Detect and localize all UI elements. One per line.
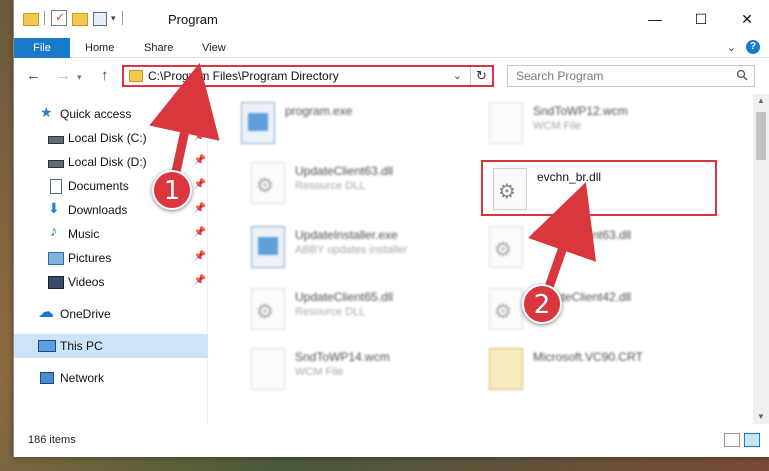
customize-icon[interactable] (91, 10, 107, 26)
tab-share[interactable]: Share (144, 38, 173, 58)
ribbon-tabs: File Home Share View ⌄ ? (14, 38, 769, 58)
new-folder-icon[interactable] (71, 10, 88, 26)
dll-gear-icon (489, 288, 523, 330)
navigation-pane: Quick access Local Disk (C:) 📌 Local Dis… (14, 94, 208, 424)
document-icon (489, 102, 523, 144)
star-icon (40, 104, 56, 121)
sidebar-item-pictures[interactable]: Pictures 📌 (14, 246, 208, 270)
file-item[interactable]: Microsoft.VC90.CRT (479, 342, 719, 398)
sidebar-item-local-disk-c[interactable]: Local Disk (C:) 📌 (14, 126, 208, 150)
back-arrow-icon[interactable]: ← (26, 67, 41, 84)
explorer-window: ▾ Program — ☐ ✕ File Home Share View ⌄ ?… (13, 0, 769, 457)
divider (44, 11, 45, 25)
close-button[interactable]: ✕ (724, 0, 769, 38)
dll-gear-icon (251, 162, 285, 204)
computer-icon (38, 339, 56, 353)
cloud-icon (38, 302, 54, 322)
file-item[interactable]: UpdateInstaller.exe ABBY updates install… (241, 220, 481, 276)
search-icon[interactable] (736, 69, 748, 81)
file-item[interactable]: SndToWP14.wcm WCM File (241, 342, 481, 398)
expand-ribbon-icon[interactable]: ⌄ (727, 41, 736, 54)
title-bar: ▾ Program — ☐ ✕ (14, 0, 769, 38)
folder-icon (129, 70, 143, 82)
sidebar-item-network[interactable]: Network (14, 366, 208, 390)
large-icons-view-icon[interactable] (744, 433, 760, 447)
pin-icon[interactable]: 📌 (194, 131, 206, 142)
documents-icon (48, 179, 64, 194)
pictures-icon (48, 251, 64, 265)
pin-icon[interactable]: 📌 (194, 203, 206, 214)
tab-view[interactable]: View (202, 38, 226, 58)
step-1-badge: 1 (152, 170, 192, 210)
sidebar-item-this-pc[interactable]: This PC (14, 334, 208, 358)
file-item[interactable]: UpdateClient65.dll Resource DLL (241, 282, 481, 338)
chevron-down-icon[interactable]: ▾ (111, 13, 116, 24)
document-icon (251, 348, 285, 390)
sidebar-item-quick-access[interactable]: Quick access (14, 102, 208, 126)
app-icon (241, 102, 275, 144)
recent-locations-icon[interactable]: ▾ (77, 72, 82, 83)
divider (121, 11, 123, 25)
navigation-bar: ← → ▾ ↑ C:\Program Files\Program Directo… (14, 58, 769, 94)
up-arrow-icon[interactable]: ↑ (101, 67, 109, 84)
quick-access-toolbar: ▾ (22, 10, 125, 26)
pin-icon[interactable]: 📌 (194, 227, 206, 238)
tab-home[interactable]: Home (85, 38, 114, 58)
zip-folder-icon (489, 348, 523, 390)
file-item-evchn-br-dll[interactable]: evchn_br.dll (481, 160, 717, 216)
file-item[interactable]: UpdateClient42.dll (479, 282, 719, 338)
dll-gear-icon (489, 226, 523, 268)
window-controls: — ☐ ✕ (632, 0, 769, 38)
scroll-down-icon[interactable]: ▼ (753, 410, 769, 424)
file-item[interactable]: UpdateClient63.dll (479, 220, 719, 276)
tab-file[interactable]: File (14, 38, 70, 58)
status-bar: 186 items (14, 430, 769, 452)
file-item[interactable]: program.exe (231, 96, 471, 152)
dll-gear-icon (493, 168, 527, 210)
search-input[interactable]: Search Program (507, 65, 755, 87)
minimize-button[interactable]: — (632, 0, 678, 38)
file-list: program.exe SndToWP12.wcm WCM File Updat… (209, 94, 754, 424)
chevron-down-icon[interactable]: ⌄ (453, 69, 462, 82)
properties-check-icon[interactable] (51, 10, 67, 26)
scroll-up-icon[interactable]: ▲ (753, 94, 769, 108)
scroll-thumb[interactable] (756, 112, 766, 160)
sidebar-item-onedrive[interactable]: OneDrive (14, 302, 208, 326)
vertical-scrollbar[interactable]: ▲ ▼ (753, 94, 769, 424)
view-switcher (724, 433, 760, 447)
folder-icon (22, 10, 39, 26)
details-view-icon[interactable] (724, 433, 740, 447)
search-placeholder: Search Program (516, 69, 604, 83)
music-icon (48, 223, 64, 241)
item-count: 186 items (28, 434, 76, 446)
sidebar-item-videos[interactable]: Videos 📌 (14, 270, 208, 294)
refresh-icon[interactable]: ↻ (470, 67, 492, 85)
dll-gear-icon (251, 288, 285, 330)
pin-icon[interactable]: 📌 (194, 155, 206, 166)
window-title: Program (168, 12, 218, 27)
ribbon-right: ⌄ ? (727, 40, 760, 54)
sidebar-item-music[interactable]: Music 📌 (14, 222, 208, 246)
drive-icon (48, 131, 64, 145)
videos-icon (48, 275, 64, 289)
step-2-badge: 2 (522, 284, 562, 324)
file-item[interactable]: UpdateClient63.dll Resource DLL (241, 156, 481, 212)
drive-icon (48, 155, 64, 169)
file-item[interactable]: SndToWP12.wcm WCM File (479, 96, 719, 152)
maximize-button[interactable]: ☐ (678, 0, 724, 38)
forward-arrow-icon[interactable]: → (56, 67, 71, 84)
address-bar[interactable]: C:\Program Files\Program Directory ⌄ ↻ (122, 65, 494, 87)
download-icon (48, 200, 64, 217)
app-icon (251, 226, 285, 268)
pin-icon[interactable]: 📌 (194, 179, 206, 190)
help-icon[interactable]: ? (746, 40, 760, 54)
network-icon (38, 371, 54, 385)
pin-icon[interactable]: 📌 (194, 251, 206, 262)
pin-icon[interactable]: 📌 (194, 275, 206, 286)
address-path[interactable]: C:\Program Files\Program Directory (148, 69, 339, 83)
